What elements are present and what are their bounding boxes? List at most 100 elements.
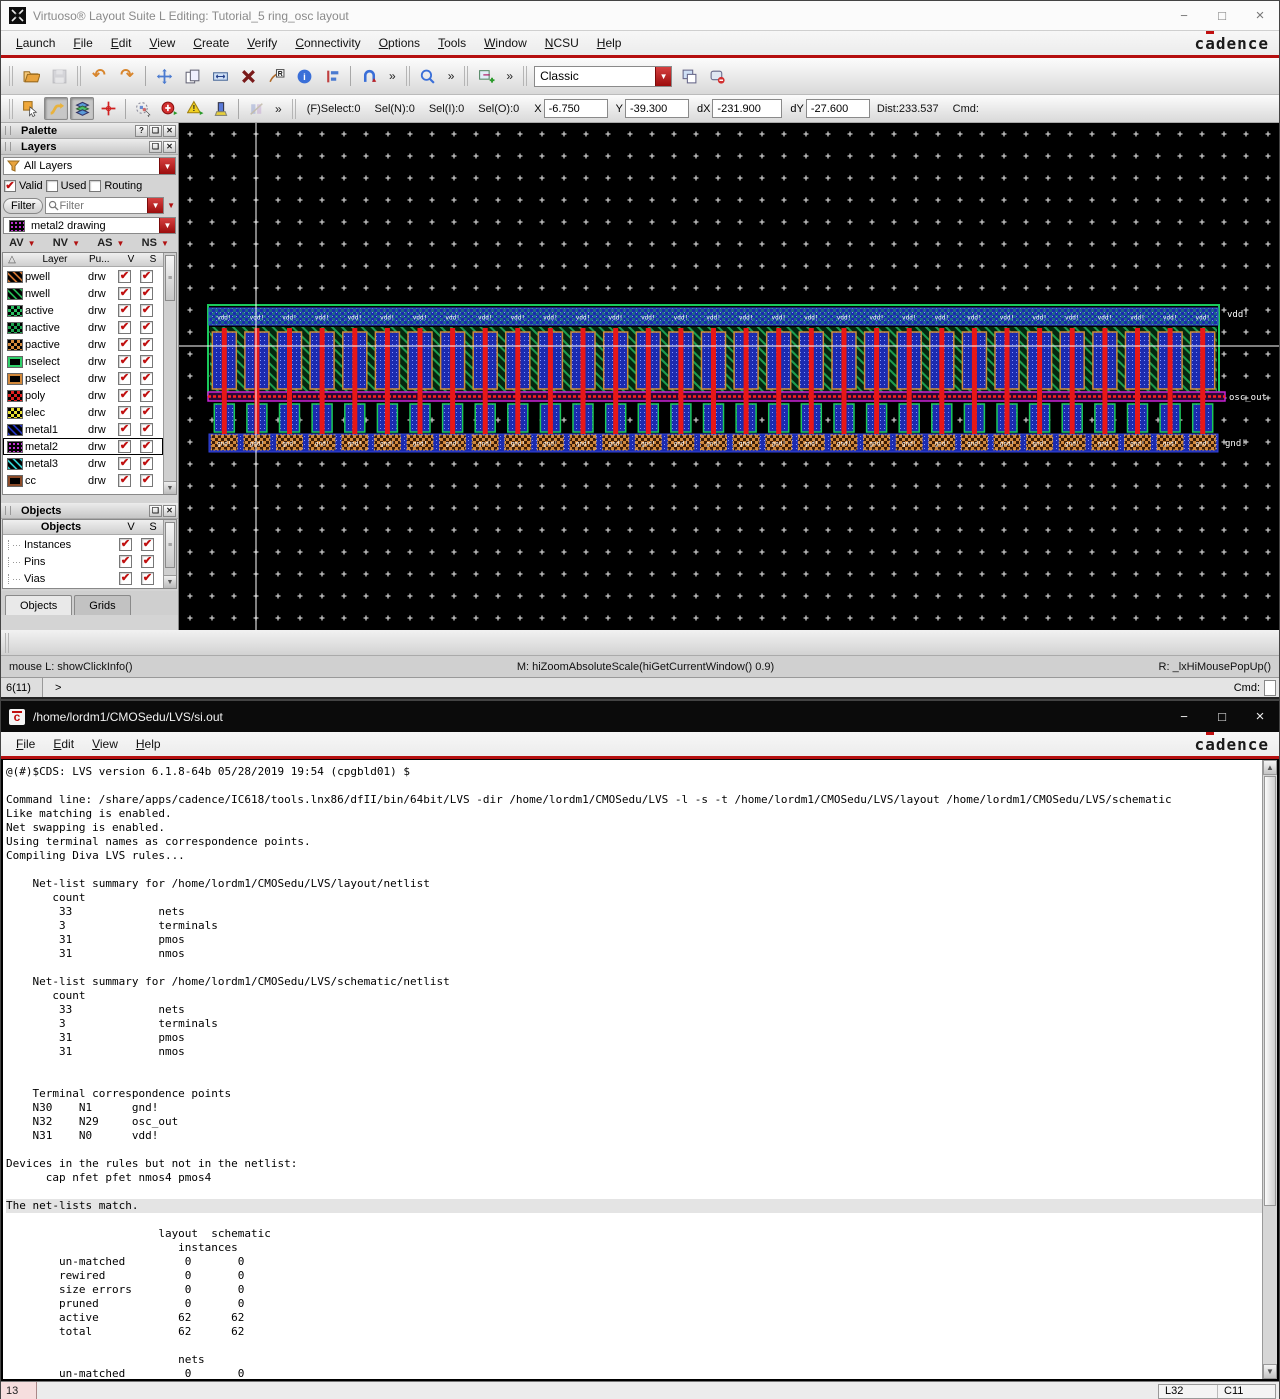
menu-item-tools[interactable]: Tools [429, 33, 475, 53]
chevron-down-icon[interactable]: ▼ [655, 66, 672, 86]
scrollbar-thumb[interactable]: ≡ [165, 255, 175, 301]
layer-row-nactive[interactable]: nactive drw [3, 319, 163, 336]
layer-row-nselect[interactable]: nselect drw [3, 353, 163, 370]
dy-coordinate-field[interactable] [805, 99, 870, 118]
text-scrollbar[interactable]: ▲ ▼ [1262, 760, 1277, 1379]
maximize-icon[interactable]: □ [1203, 703, 1241, 731]
workspace-revert-icon[interactable] [704, 63, 730, 89]
visible-checkbox[interactable] [118, 474, 131, 487]
selectable-checkbox[interactable] [140, 389, 153, 402]
delete-icon[interactable] [235, 63, 261, 89]
valid-checkbox[interactable] [4, 180, 16, 192]
close-icon[interactable]: ✕ [163, 140, 176, 153]
object-row-pins[interactable]: ··· Pins [3, 553, 163, 570]
info-icon[interactable]: i [291, 63, 317, 89]
objects-scrollbar[interactable]: ≡ ▼ [163, 520, 176, 588]
toolbar-overflow-icon[interactable]: » [500, 69, 519, 83]
visible-checkbox[interactable] [118, 457, 131, 470]
selectable-checkbox[interactable] [140, 270, 153, 283]
dock-icon[interactable]: ❏ [149, 140, 162, 153]
vis-button-av[interactable]: AV ▼ [9, 237, 36, 249]
palette-header[interactable]: Palette ? ❏ ✕ [1, 123, 178, 139]
object-row-vias[interactable]: ··· Vias [3, 570, 163, 587]
menu-item-create[interactable]: Create [184, 33, 238, 53]
routing-checkbox[interactable] [89, 180, 102, 192]
tab-objects[interactable]: Objects [5, 595, 73, 615]
objects-header[interactable]: Objects ❏ ✕ [1, 503, 178, 519]
lamp-icon[interactable] [209, 97, 233, 120]
tab-grids[interactable]: Grids [74, 595, 131, 615]
undo-icon[interactable]: ↶ [86, 63, 112, 89]
selectable-checkbox[interactable] [140, 372, 153, 385]
chevron-down-icon[interactable]: ▼ [147, 198, 164, 213]
layer-row-active[interactable]: active drw [3, 302, 163, 319]
visible-checkbox[interactable] [118, 389, 131, 402]
redo-icon[interactable]: ↷ [114, 63, 140, 89]
selectable-checkbox[interactable] [141, 572, 154, 585]
menu-item-view[interactable]: View [140, 33, 184, 53]
visible-checkbox[interactable] [118, 372, 131, 385]
warning-check-icon[interactable]: ! [183, 97, 207, 120]
menu-item-help[interactable]: Help [588, 33, 631, 53]
layer-row-pwell[interactable]: pwell drw [3, 268, 163, 285]
layer-row-metal2[interactable]: metal2 drw [3, 438, 163, 455]
toolbar-overflow-icon[interactable]: » [383, 69, 402, 83]
selectable-checkbox[interactable] [140, 406, 153, 419]
scroll-up-icon[interactable]: ▲ [1263, 760, 1277, 775]
layer-tap-icon[interactable] [70, 97, 94, 120]
filter-button[interactable]: Filter [3, 197, 44, 214]
scroll-down-icon[interactable]: ▼ [164, 481, 176, 494]
save-icon[interactable] [46, 63, 72, 89]
visible-checkbox[interactable] [118, 304, 131, 317]
y-coordinate-field[interactable] [624, 99, 689, 118]
current-layer-selector[interactable]: metal2 drawing ▼ [3, 217, 176, 234]
scroll-down-icon[interactable]: ▼ [164, 575, 176, 588]
menu-item-edit[interactable]: Edit [102, 33, 141, 53]
menu-item-edit[interactable]: Edit [44, 734, 83, 754]
close-icon[interactable]: × [1241, 2, 1279, 30]
toolbar-overflow-icon[interactable]: » [269, 102, 288, 116]
titlebar[interactable]: Virtuoso® Layout Suite L Editing: Tutori… [1, 1, 1279, 31]
layer-table-scrollbar[interactable]: ≡ ▼ [163, 253, 176, 494]
command-prompt[interactable]: > [43, 682, 1234, 694]
probe-icon[interactable] [244, 97, 268, 120]
stop-drc-icon[interactable] [157, 97, 181, 120]
layer-row-nwell[interactable]: nwell drw [3, 285, 163, 302]
create-instance-icon[interactable] [473, 63, 499, 89]
layer-row-metal3[interactable]: metal3 drw [3, 455, 163, 472]
selectable-checkbox[interactable] [140, 355, 153, 368]
visible-checkbox[interactable] [118, 270, 131, 283]
layer-row-poly[interactable]: poly drw [3, 387, 163, 404]
layer-row-elec[interactable]: elec drw [3, 404, 163, 421]
visible-checkbox[interactable] [119, 572, 132, 585]
vis-button-nv[interactable]: NV ▼ [53, 237, 81, 249]
zoom-icon[interactable] [415, 63, 441, 89]
selectable-checkbox[interactable] [140, 321, 153, 334]
filter-searchbox[interactable]: ▼ [45, 197, 165, 214]
chevron-down-icon[interactable]: ▼ [159, 218, 175, 233]
vis-button-ns[interactable]: NS ▼ [142, 237, 170, 249]
align-icon[interactable] [319, 63, 345, 89]
layers-header[interactable]: Layers ❏ ✕ [1, 139, 178, 155]
minimize-icon[interactable]: − [1165, 703, 1203, 731]
layer-row-metal1[interactable]: metal1 drw [3, 421, 163, 438]
maximize-icon[interactable]: □ [1203, 2, 1241, 30]
filter-input[interactable] [59, 199, 120, 212]
dock-icon[interactable]: ❏ [149, 504, 162, 517]
selectable-checkbox[interactable] [140, 287, 153, 300]
toolbar-overflow-icon[interactable]: » [442, 69, 461, 83]
visible-checkbox[interactable] [118, 355, 131, 368]
scrollbar-thumb[interactable]: ≡ [165, 522, 175, 568]
menu-item-connectivity[interactable]: Connectivity [286, 33, 369, 53]
layer-filter-dropdown[interactable]: All Layers ▼ [3, 157, 176, 175]
menu-item-view[interactable]: View [83, 734, 127, 754]
close-icon[interactable]: ✕ [163, 504, 176, 517]
menu-item-options[interactable]: Options [370, 33, 429, 53]
minimize-icon[interactable]: − [1165, 2, 1203, 30]
dx-coordinate-field[interactable] [712, 99, 783, 118]
menu-item-file[interactable]: File [64, 33, 101, 53]
layer-table-header[interactable]: △ Layer Pu... V S [3, 253, 176, 267]
move-icon[interactable] [151, 63, 177, 89]
open-icon[interactable] [18, 63, 44, 89]
selectable-checkbox[interactable] [140, 474, 153, 487]
